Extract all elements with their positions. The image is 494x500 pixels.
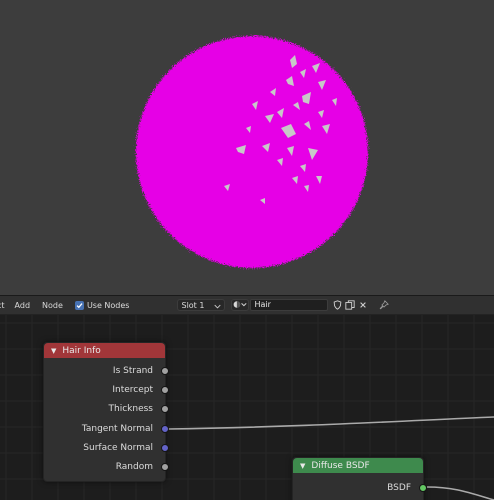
duplicate-icon[interactable]: [344, 299, 356, 311]
hair-info-node[interactable]: ▼ Hair Info Is Strand Intercept Thicknes…: [43, 342, 169, 482]
chevron-down-icon: [214, 299, 222, 312]
diffuse-bsdf-title: Diffuse BSDF: [311, 460, 370, 471]
slot-dropdown[interactable]: Slot 1: [177, 299, 226, 312]
pin-icon[interactable]: [378, 299, 390, 311]
viewport-3d[interactable]: [0, 0, 494, 295]
collapse-arrow-icon[interactable]: ▼: [51, 347, 56, 355]
slot-label: Slot 1: [181, 300, 205, 310]
socket-label: BSDF: [387, 482, 411, 493]
use-nodes-checkbox[interactable]: Use Nodes: [74, 300, 130, 310]
output-surface-normal: Surface Normal: [44, 438, 169, 457]
hair-sphere-render: [136, 36, 368, 268]
diffuse-bsdf-header[interactable]: ▼ Diffuse BSDF: [293, 458, 423, 473]
hair-info-title: Hair Info: [62, 345, 101, 356]
material-name-field[interactable]: Hair: [250, 299, 329, 311]
float-socket-icon[interactable]: [161, 385, 169, 394]
output-intercept: Intercept: [44, 380, 169, 399]
socket-label: Thickness: [108, 403, 153, 414]
output-thickness: Thickness: [44, 399, 169, 418]
socket-label: Tangent Normal: [81, 423, 153, 434]
close-icon[interactable]: [357, 299, 369, 311]
material-browse-button[interactable]: [231, 299, 250, 312]
shield-icon[interactable]: [331, 299, 343, 311]
socket-label: Intercept: [112, 384, 153, 395]
socket-label: Is Strand: [112, 365, 153, 376]
float-socket-icon[interactable]: [161, 366, 169, 375]
output-is-strand: Is Strand: [44, 361, 169, 380]
menu-node[interactable]: Node: [42, 301, 63, 310]
float-socket-icon[interactable]: [161, 404, 169, 413]
vector-socket-icon[interactable]: [161, 443, 169, 452]
hair-info-header[interactable]: ▼ Hair Info: [44, 343, 165, 358]
vector-socket-icon[interactable]: [161, 424, 169, 433]
output-bsdf: BSDF: [293, 478, 427, 497]
menu-add[interactable]: Add: [15, 301, 31, 310]
use-nodes-label: Use Nodes: [86, 300, 130, 310]
shader-editor-header: ct Add Node Use Nodes Slot 1 Hair: [0, 296, 494, 315]
material-sphere-icon: [233, 299, 248, 312]
shader-socket-icon[interactable]: [419, 483, 427, 492]
float-socket-icon[interactable]: [161, 462, 169, 471]
checkmark-icon: [74, 300, 84, 310]
menu-select[interactable]: ct: [0, 301, 5, 310]
socket-label: Random: [115, 461, 153, 472]
output-random: Random: [44, 457, 169, 476]
collapse-arrow-icon[interactable]: ▼: [300, 462, 305, 470]
socket-label: Surface Normal: [83, 442, 153, 453]
output-tangent-normal: Tangent Normal: [44, 419, 169, 438]
node-editor-canvas[interactable]: ▼ Hair Info Is Strand Intercept Thicknes…: [0, 315, 494, 500]
diffuse-bsdf-node[interactable]: ▼ Diffuse BSDF BSDF: [292, 457, 427, 500]
